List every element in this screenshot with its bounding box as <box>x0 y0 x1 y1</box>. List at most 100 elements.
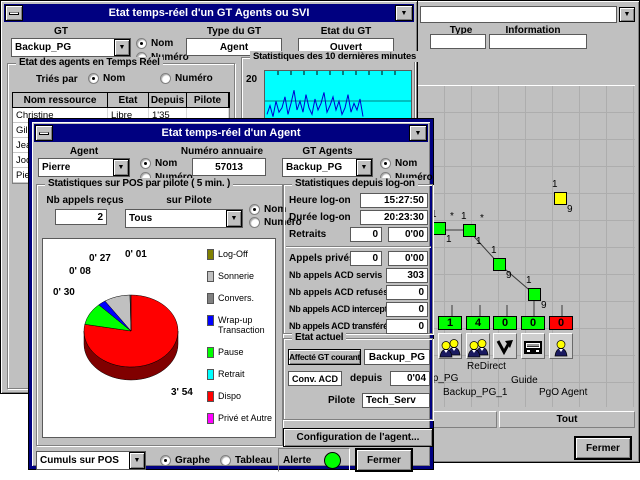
combo-arrow-icon[interactable]: ▼ <box>129 452 145 469</box>
diagram-node[interactable] <box>433 222 446 235</box>
pilote-combobox[interactable]: Tous ▼ <box>125 209 243 228</box>
agent-combobox[interactable]: Pierre ▼ <box>38 158 130 177</box>
pilote-radio-nom[interactable]: Nom <box>249 204 286 215</box>
etat-gt-field: Backup_PG <box>364 349 430 365</box>
chevron-down-icon: ▼ <box>401 10 408 17</box>
tableau-radio[interactable]: Tableau <box>220 455 272 466</box>
pie-chart-box: 3' 540' 300' 080' 270' 01 Log-Off Sonneri… <box>42 238 276 438</box>
view-information-field[interactable] <box>489 34 587 49</box>
window-gt-view: ▼ Type Information 11*11*191919 14000 2R… <box>410 0 640 463</box>
gt-radio-nom[interactable]: Nom <box>136 38 173 49</box>
gt-window-title: Etat temps-réel d'un GT Agents ou SVI <box>24 7 394 19</box>
graphe-radio[interactable]: Graphe <box>160 455 210 466</box>
diagram-label: ReDirect <box>467 361 506 372</box>
legend-item: Sonnerie <box>207 271 273 282</box>
legend-label: Privé et Autre <box>218 413 272 423</box>
legend-label: Convers. <box>218 293 254 303</box>
view-combo[interactable] <box>420 6 617 23</box>
etat-courant-field: Conv. ACD <box>288 371 342 386</box>
view-combo-arrow-button[interactable]: ▼ <box>619 7 635 22</box>
legend-label: Dispo <box>218 391 241 401</box>
combo-arrow-icon[interactable]: ▼ <box>226 210 242 227</box>
legend-item: Retrait <box>207 369 273 380</box>
diagram-label: PgO Agent <box>539 387 587 398</box>
duree-logon-label: Durée log-on <box>289 212 351 223</box>
diagram-label: Guide <box>511 375 538 386</box>
sort-radio-nom[interactable]: Nom <box>88 73 125 84</box>
minimize-button[interactable]: ▼ <box>395 5 413 21</box>
node-star-marker: * <box>450 211 454 222</box>
agent-titlebar[interactable]: Etat temps-réel d'un Agent ▼ <box>34 124 428 142</box>
acd-transferes-label: Nb appels ACD transférés <box>289 321 393 331</box>
legend-label: Sonnerie <box>218 271 254 281</box>
numero-annuaire-field: 57013 <box>192 158 266 176</box>
counter-box[interactable]: 0 <box>521 316 545 330</box>
legend-item: Privé et Autre <box>207 413 273 424</box>
agent-radio-nom[interactable]: Nom <box>140 158 177 169</box>
legend-item: Log-Off <box>207 249 273 260</box>
gtagents-radio-nom[interactable]: Nom <box>380 158 417 169</box>
acd-interceptes-label: Nb appels ACD interceptés <box>289 304 397 314</box>
legend-item: Convers. <box>207 293 273 304</box>
minimize-button[interactable]: ▼ <box>409 125 427 141</box>
affecte-gt-courant-button[interactable]: Affecté GT courant <box>288 349 361 365</box>
pos-pie-svg: 3' 540' 300' 080' 270' 01 <box>43 239 205 437</box>
gt-agents-combobox[interactable]: Backup_PG ▼ <box>282 158 373 177</box>
node-star-marker: * <box>480 213 484 224</box>
node-label-above: 1 <box>491 245 497 256</box>
retraits-time-field: 0'00 <box>388 227 428 242</box>
counter-box[interactable]: 0 <box>493 316 517 330</box>
diagram-node[interactable] <box>463 224 476 237</box>
guide-icon[interactable] <box>521 333 545 359</box>
configuration-agent-button[interactable]: Configuration de l'agent... <box>283 428 433 447</box>
minutes-chart-svg <box>265 71 411 125</box>
diagram-node[interactable] <box>493 258 506 271</box>
diagram-node[interactable] <box>528 288 541 301</box>
sort-radio-numero[interactable]: Numéro <box>160 73 213 84</box>
agents-icon[interactable] <box>438 333 462 359</box>
depuis-field: 0'04 <box>390 371 430 386</box>
agents-table-header: Nom ressource Etat Depuis Pilote <box>12 92 230 108</box>
counter-box[interactable]: 1 <box>438 316 462 330</box>
sur-pilote-label: sur Pilote <box>133 195 245 206</box>
gt-combobox[interactable]: Backup_PG ▼ <box>11 38 131 57</box>
system-menu-icon[interactable] <box>5 5 23 21</box>
combo-arrow-icon[interactable]: ▼ <box>356 159 372 176</box>
node-label-above: 1 <box>552 179 558 190</box>
etat-actuel-title: Etat actuel <box>292 332 346 343</box>
pilote-field: Tech_Serv <box>362 393 430 408</box>
legend-color-chip <box>207 369 214 380</box>
agent-window-title: Etat temps-réel d'un Agent <box>54 127 408 139</box>
pie-legend: Log-Off Sonnerie Convers. Wrap-up Transacti… <box>207 249 273 435</box>
counter-box[interactable]: 4 <box>466 316 490 330</box>
system-menu-icon[interactable] <box>35 125 53 141</box>
gt-label: GT <box>31 26 91 37</box>
view-type-field[interactable] <box>430 34 486 49</box>
agent-icon[interactable] <box>549 333 573 359</box>
acd-servis-field: 303 <box>386 268 428 283</box>
pos-stats-group: Statistiques sur POS par pilote ( 5 min.… <box>36 184 283 446</box>
gt-agents-label: GT Agents <box>282 146 373 157</box>
legend-label: Wrap-up Transaction <box>218 315 273 336</box>
agent-fermer-button[interactable]: Fermer <box>356 449 412 471</box>
alerte-light <box>324 452 341 469</box>
legend-color-chip <box>207 347 214 358</box>
acd-interceptes-field: 0 <box>386 302 428 317</box>
agents-group-title: Etat des agents en Temps Réel <box>16 57 163 68</box>
combo-arrow-icon[interactable]: ▼ <box>114 39 130 56</box>
legend-color-chip <box>207 413 214 424</box>
svg-text:0' 27: 0' 27 <box>89 253 111 264</box>
view-fermer-button[interactable]: Fermer <box>575 437 631 459</box>
redirect-icon[interactable] <box>493 333 517 359</box>
diagram-node[interactable] <box>554 192 567 205</box>
etat-du-gt-label: Etat du GT <box>298 26 394 37</box>
combo-arrow-icon[interactable]: ▼ <box>113 159 129 176</box>
legend-item: Wrap-up Transaction <box>207 315 273 336</box>
counter-box[interactable]: 0 <box>549 316 573 330</box>
agents-icon[interactable] <box>466 333 490 359</box>
gt-titlebar[interactable]: Etat temps-réel d'un GT Agents ou SVI ▼ <box>4 4 414 22</box>
stats-group-title: Statistiques des 10 dernières minutes <box>250 51 419 62</box>
cumuls-combobox[interactable]: Cumuls sur POS ▼ <box>36 451 146 470</box>
status-cell-tout[interactable]: Tout <box>499 411 635 428</box>
depuis-label: depuis <box>350 373 382 384</box>
